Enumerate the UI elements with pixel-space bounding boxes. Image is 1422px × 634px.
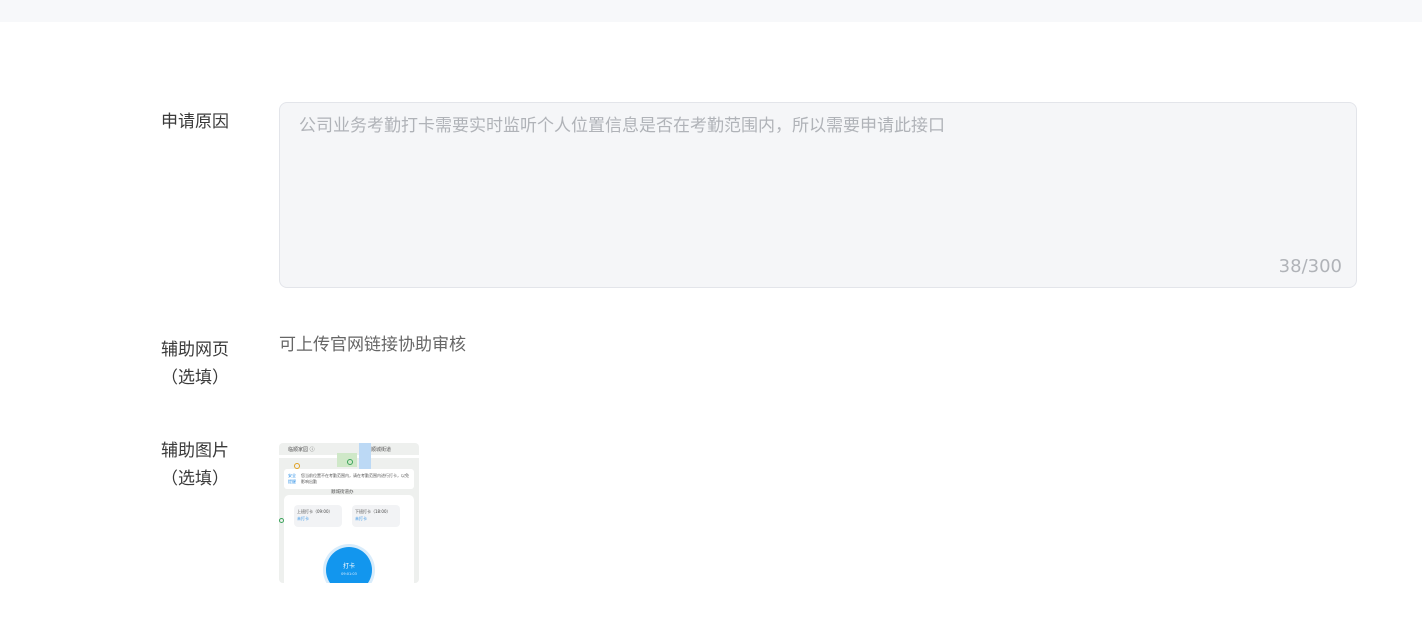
reason-text[interactable]: 公司业务考勤打卡需要实时监听个人位置信息是否在考勤范围内，所以需要申请此接口 [299,113,1336,139]
thumbnail-banner: 安全提醒 您当前位置不在考勤范围内，请在考勤范围内进行打卡，以免影响出勤 [284,469,414,489]
clock-in-pill: 上班打卡（09:00） 未打卡 [294,505,342,527]
image-label: 辅助图片 （选填） [130,437,260,493]
webpage-label-optional: （选填） [161,368,229,388]
top-bar [0,0,1422,22]
uploaded-image-thumbnail[interactable]: 临顺家园 ⓘ 顺城街道 安全提醒 您当前位置不在考勤范围内，请在考勤范围内进行打… [279,443,419,583]
reason-label: 申请原因 [161,112,229,132]
banner-tag: 安全提醒 [288,473,296,484]
punch-button: 打卡 09:01:03 [326,547,372,583]
webpage-label: 辅助网页 （选填） [130,336,260,392]
webpage-label-title: 辅助网页 [161,340,229,360]
webpage-link-hint[interactable]: 可上传官网链接协助审核 [279,331,466,359]
clock-out-pill: 下班打卡（18:00） 未打卡 [352,505,400,527]
map-label: 临顺家园 ⓘ [288,447,315,453]
image-label-title: 辅助图片 [161,441,229,461]
char-counter: 38/300 [1278,256,1342,277]
thumbnail-card: 上班打卡（09:00） 未打卡 下班打卡（18:00） 未打卡 打卡 09:01… [284,495,414,583]
map-marker-icon [347,459,353,465]
banner-text: 您当前位置不在考勤范围内，请在考勤范围内进行打卡，以免影响出勤 [301,473,409,484]
map-label: 顺城街道 [371,447,392,453]
reason-textarea[interactable]: 公司业务考勤打卡需要实时监听个人位置信息是否在考勤范围内，所以需要申请此接口 3… [279,102,1357,288]
image-label-optional: （选填） [161,469,229,489]
